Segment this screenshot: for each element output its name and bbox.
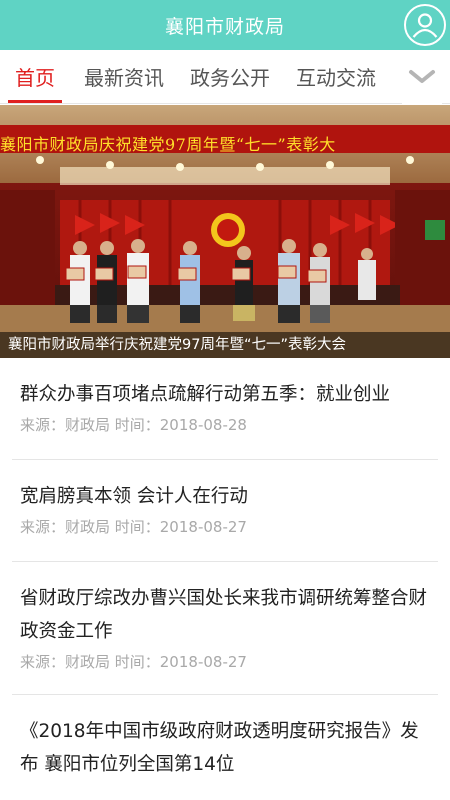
user-avatar-icon[interactable]: [404, 4, 446, 46]
news-item[interactable]: 《2018年中国市级政府财政透明度研究报告》发布 襄阳市位列全国第14位: [12, 695, 438, 800]
banner-caption: 襄阳市财政局举行庆祝建党97周年暨“七一”表彰大会: [0, 332, 450, 358]
news-item[interactable]: 省财政厅综改办曹兴国处长来我市调研统筹整合财政资金工作 来源：财政局 时间：20…: [12, 562, 438, 695]
tab-home[interactable]: 首页: [6, 50, 64, 103]
banner-headline: 襄阳市财政局庆祝建党97周年暨“七一”表彰大: [0, 135, 336, 154]
news-list: 群众办事百项堵点疏解行动第五季：就业创业 来源：财政局 时间：2018-08-2…: [0, 358, 450, 800]
app-header: 襄阳市财政局: [0, 0, 450, 50]
category-tabs: 首页 最新资讯 政务公开 互动交流: [0, 50, 450, 104]
tab-latest-news[interactable]: 最新资讯: [78, 50, 170, 103]
news-title: 省财政厅综改办曹兴国处长来我市调研统筹整合财政资金工作: [20, 588, 428, 642]
news-banner[interactable]: 襄阳市财政局庆祝建党97周年暨“七一”表彰大 襄阳市财政局举行庆祝建党97周年暨…: [0, 105, 450, 358]
news-meta: 来源：财政局 时间：2018-08-27: [20, 653, 247, 671]
news-title: 《2018年中国市级政府财政透明度研究报告》发布 襄阳市位列全国第14位: [20, 721, 419, 775]
news-item[interactable]: 宽肩膀真本领 会计人在行动 来源：财政局 时间：2018-08-27: [12, 460, 438, 562]
news-meta: 来源：财政局 时间：2018-08-27: [20, 518, 247, 536]
news-title: 群众办事百项堵点疏解行动第五季：就业创业: [20, 384, 391, 405]
news-item[interactable]: 群众办事百项堵点疏解行动第五季：就业创业 来源：财政局 时间：2018-08-2…: [12, 358, 438, 460]
chevron-down-icon-glyph: [409, 70, 435, 83]
news-title: 宽肩膀真本领 会计人在行动: [20, 486, 248, 507]
tab-government-affairs[interactable]: 政务公开: [184, 50, 276, 103]
chevron-down-icon[interactable]: [402, 50, 442, 104]
user-icon: [412, 13, 438, 38]
news-meta: 来源：财政局 时间：2018-08-28: [20, 416, 247, 434]
tab-interaction[interactable]: 互动交流: [290, 50, 382, 103]
page-title: 襄阳市财政局: [164, 15, 285, 38]
